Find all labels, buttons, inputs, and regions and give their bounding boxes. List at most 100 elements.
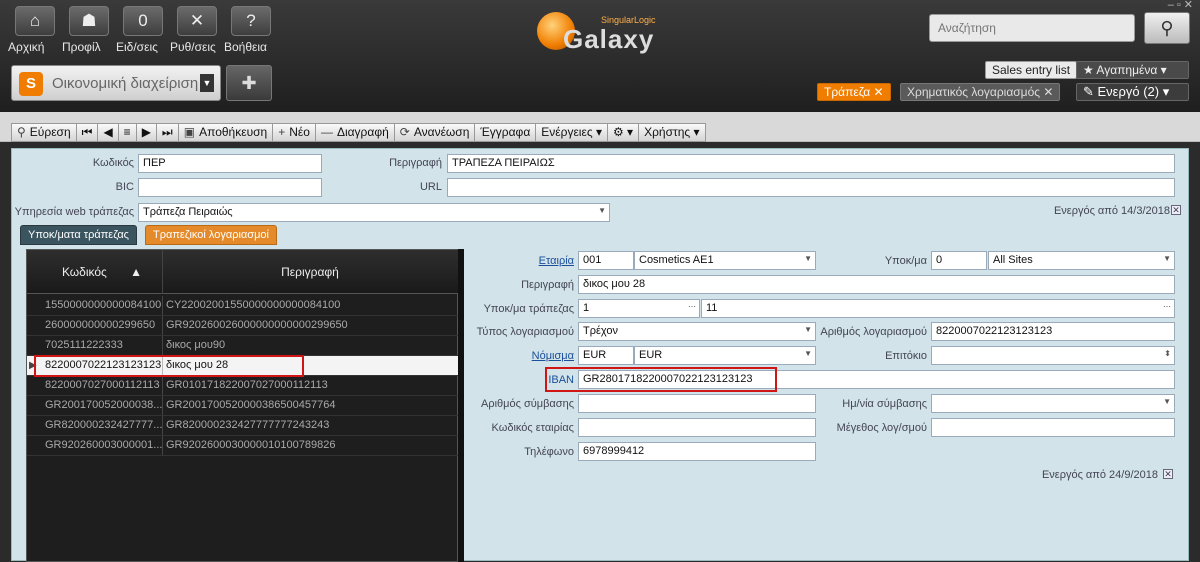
currency-select[interactable]: EUR ▼ bbox=[634, 346, 816, 365]
sales-entry-list-button[interactable]: Sales entry list bbox=[985, 61, 1078, 79]
tab-bank[interactable]: Τράπεζα ✕ bbox=[817, 83, 891, 101]
account-type-label: Τύπος λογαριασμού bbox=[476, 326, 574, 338]
next-record-button[interactable]: ▶ bbox=[136, 123, 157, 142]
user-dropdown[interactable]: Χρήστης ▾ bbox=[639, 123, 706, 142]
search-input[interactable] bbox=[929, 14, 1135, 42]
bic-field[interactable] bbox=[138, 178, 322, 197]
nav-settings-label: Ρυθ/σεις bbox=[170, 40, 216, 54]
first-icon: ⏮ bbox=[81, 125, 93, 139]
contract-number-label: Αριθμός σύμβασης bbox=[480, 398, 574, 410]
webservice-label: Υπηρεσία web τράπεζας bbox=[14, 206, 134, 218]
table-row[interactable]: 7025111222333 δικος μου90 bbox=[27, 336, 459, 356]
chevron-down-icon: ▼ bbox=[804, 349, 812, 358]
bank-branch-name-field[interactable]: 11 ⋯ bbox=[701, 299, 1175, 318]
detail-description-label: Περιγραφή bbox=[521, 279, 574, 291]
nav-help-button[interactable]: ? Βοήθεια bbox=[224, 6, 278, 58]
url-field[interactable] bbox=[447, 178, 1175, 197]
grid-header: Κωδικός ▲ Περιγραφή bbox=[27, 250, 459, 294]
company-select[interactable]: Cosmetics AE1 ▼ bbox=[634, 251, 816, 270]
nav-profile-label: Προφίλ bbox=[62, 40, 101, 54]
branch-select[interactable]: All Sites ▼ bbox=[988, 251, 1175, 270]
nav-home-button[interactable]: ⌂ Αρχική bbox=[8, 6, 62, 58]
ellipsis-icon[interactable]: ⋯ bbox=[688, 302, 696, 311]
documents-button[interactable]: Έγγραφα bbox=[475, 123, 537, 142]
nav-profile-button[interactable]: ☗ Προφίλ bbox=[62, 6, 116, 58]
account-size-label: Μέγεθος λογ/σμού bbox=[836, 422, 927, 434]
module-label: Οικονομική διαχείριση bbox=[52, 75, 199, 92]
settings-dropdown[interactable]: ⚙ ▾ bbox=[607, 123, 640, 142]
find-button[interactable]: ⚲ Εύρεση bbox=[11, 123, 77, 142]
tools-icon: ✕ bbox=[177, 6, 217, 36]
table-row[interactable]: 260000000000299650 GR92026002600000000000… bbox=[27, 316, 459, 336]
branch-label: Υποκ/μα bbox=[884, 255, 927, 267]
chevron-down-icon: ▼ bbox=[804, 325, 812, 334]
nav-settings-button[interactable]: ✕ Ρυθ/σεις bbox=[170, 6, 224, 58]
header-active-from-label: Ενεργός από 14/3/2018 bbox=[1053, 205, 1170, 217]
company-code-label: Κωδικός εταιρίας bbox=[491, 422, 574, 434]
ellipsis-icon[interactable]: ⋯ bbox=[1163, 302, 1171, 311]
contract-date-picker[interactable]: ▼ bbox=[931, 394, 1175, 413]
bank-branch-code-field[interactable]: 1 ⋯ bbox=[578, 299, 700, 318]
top-bar: ⌂ Αρχική ☗ Προφίλ 0 Ειδ/σεις ✕ Ρυθ/σεις … bbox=[0, 0, 1200, 112]
description-field[interactable]: ΤΡΑΠΕΖΑ ΠΕΙΡΑΙΩΣ bbox=[447, 154, 1175, 173]
save-button[interactable]: ▣ Αποθήκευση bbox=[178, 123, 274, 142]
currency-code-field[interactable]: EUR bbox=[578, 346, 634, 365]
window-controls[interactable]: –▫✕ bbox=[1168, 0, 1196, 11]
spinner-icon[interactable]: ⬍ bbox=[1164, 349, 1171, 358]
code-field[interactable]: ΠΕΡ bbox=[138, 154, 322, 173]
actions-dropdown[interactable]: Ενέργειες ▾ bbox=[536, 123, 608, 142]
nav-notifications-button[interactable]: 0 Ειδ/σεις bbox=[116, 6, 170, 58]
interest-stepper[interactable]: ⬍ bbox=[931, 346, 1175, 365]
prev-record-button[interactable]: ◀ bbox=[98, 123, 119, 142]
interest-label: Επιτόκιο bbox=[885, 350, 927, 362]
favorites-dropdown[interactable]: ★ Αγαπημένα ▾ bbox=[1076, 61, 1189, 79]
refresh-button[interactable]: ⟳ Ανανέωση bbox=[394, 123, 476, 142]
active-windows-dropdown[interactable]: ✎ Ενεργό (2) ▾ bbox=[1076, 83, 1189, 101]
branch-code-field[interactable]: 0 bbox=[931, 251, 987, 270]
account-type-select[interactable]: Τρέχον ▼ bbox=[578, 322, 816, 341]
detail-active-checkbox[interactable]: ✕ bbox=[1163, 469, 1173, 479]
bank-branch-label: Υποκ/μα τράπεζας bbox=[483, 303, 574, 315]
first-record-button[interactable]: ⏮ bbox=[76, 123, 99, 142]
tab-cash-account[interactable]: Χρηματικός λογαριασμός ✕ bbox=[900, 83, 1061, 101]
contract-number-field[interactable] bbox=[578, 394, 816, 413]
search-button[interactable]: ⚲ bbox=[1144, 12, 1190, 44]
table-row[interactable]: 1550000000000084100 CY2200200155000000000… bbox=[27, 296, 459, 316]
detail-description-field[interactable]: δικος μου 28 bbox=[578, 275, 1175, 294]
delete-button[interactable]: — Διαγραφή bbox=[315, 123, 395, 142]
description-label: Περιγραφή bbox=[389, 157, 442, 169]
company-code-input[interactable] bbox=[578, 418, 816, 437]
table-row[interactable]: GR200170052000038... GR200170052000038650… bbox=[27, 396, 459, 416]
plugins-button[interactable]: ✚ bbox=[226, 65, 272, 101]
gear-icon: ⚙ ▾ bbox=[612, 125, 634, 139]
col-desc-header[interactable]: Περιγραφή bbox=[162, 250, 457, 294]
home-icon: ⌂ bbox=[15, 6, 55, 36]
actions-label: Ενέργειες ▾ bbox=[541, 125, 602, 139]
chevron-down-icon: ▼ bbox=[804, 254, 812, 263]
new-label: Νέο bbox=[289, 125, 310, 139]
sort-asc-icon: ▲ bbox=[130, 265, 143, 279]
table-row[interactable]: 8220007027000112113 GR0101718220070270001… bbox=[27, 376, 459, 396]
webservice-select[interactable]: Τράπεζα Πειραιώς ▼ bbox=[138, 203, 610, 222]
save-label: Αποθήκευση bbox=[199, 125, 268, 139]
table-row[interactable]: GR820000232427777... GR820000232427777777… bbox=[27, 416, 459, 436]
account-number-field[interactable]: 8220007022123123123 bbox=[931, 322, 1175, 341]
company-code-field[interactable]: 001 bbox=[578, 251, 634, 270]
tab-bank-branches[interactable]: Υποκ/ματα τράπεζας bbox=[20, 225, 137, 245]
detail-active-from-label: Ενεργός από 24/9/2018 bbox=[1041, 469, 1158, 481]
tab-bank-accounts[interactable]: Τραπεζικοί λογαριασμοί bbox=[145, 225, 277, 245]
table-row[interactable]: GR920260003000001... GR920260003000001010… bbox=[27, 436, 459, 456]
phone-field[interactable]: 6978999412 bbox=[578, 442, 816, 461]
header-active-checkbox[interactable]: ✕ bbox=[1171, 205, 1181, 215]
new-button[interactable]: + Νέο bbox=[273, 123, 316, 142]
chevron-down-icon: ▼ bbox=[1163, 254, 1171, 263]
prev-icon: ◀ bbox=[103, 125, 113, 139]
plus-icon: + bbox=[278, 125, 286, 139]
module-icon: S bbox=[19, 72, 43, 96]
accounts-grid: Κωδικός ▲ Περιγραφή 1550000000000084100 C… bbox=[26, 249, 459, 562]
last-record-button[interactable]: ⏭ bbox=[156, 123, 179, 142]
module-select[interactable]: S Οικονομική διαχείριση ▼ bbox=[11, 65, 221, 101]
col-code-header[interactable]: Κωδικός ▲ bbox=[42, 250, 162, 294]
list-view-button[interactable]: ≡ bbox=[118, 123, 137, 142]
account-size-field[interactable] bbox=[931, 418, 1175, 437]
